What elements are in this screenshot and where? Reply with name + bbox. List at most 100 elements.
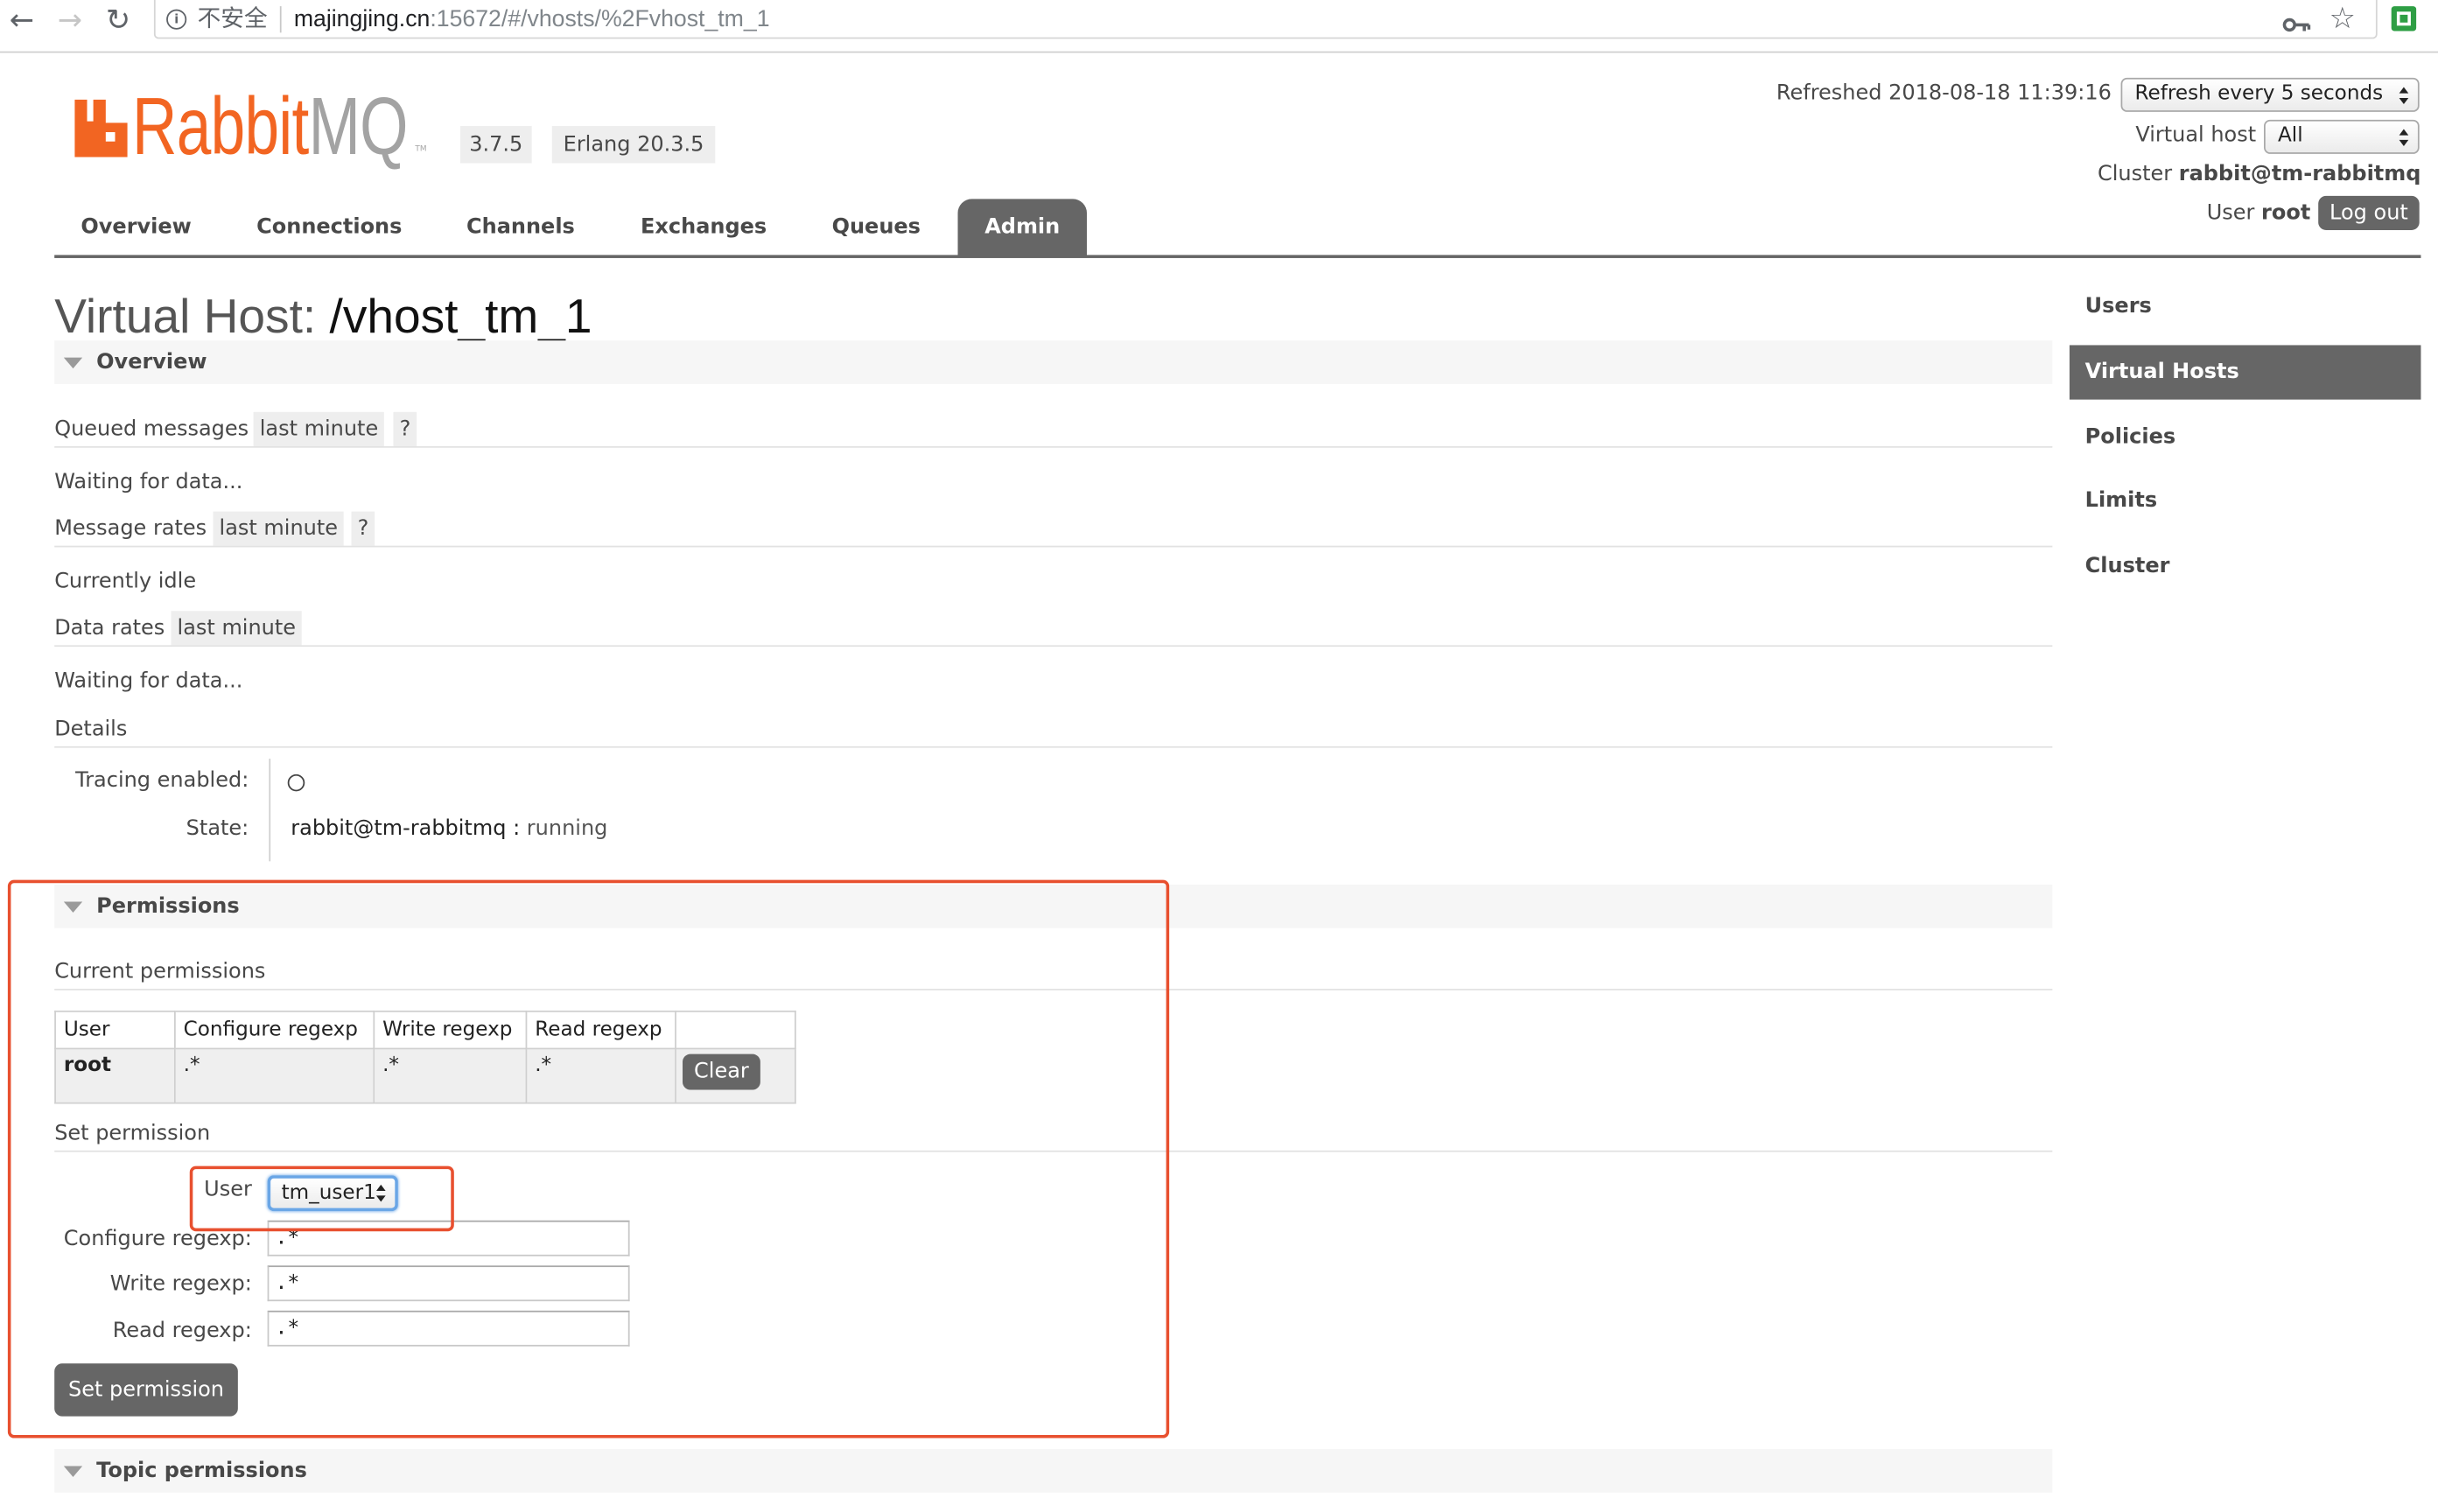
updown-arrows-icon [2399, 86, 2410, 104]
sidebar-item-users[interactable]: Users [2085, 292, 2152, 320]
tracing-disabled-circle-icon [287, 774, 305, 792]
write-regexp-label: Write regexp: [109, 1271, 252, 1297]
data-rates-label: Data rates [54, 615, 165, 641]
permissions-table: User Configure regexp Write regexp Read … [54, 1010, 796, 1104]
state-label: State: [186, 816, 249, 842]
security-label: 不安全 [197, 6, 268, 33]
details-label: Details [54, 717, 128, 742]
sidebar-item-policies[interactable]: Policies [2085, 423, 2175, 451]
sidebar-item-cluster[interactable]: Cluster [2085, 552, 2170, 580]
current-permissions-label: Current permissions [54, 959, 266, 984]
write-regexp-input[interactable] [267, 1265, 630, 1302]
updown-arrows-icon [375, 1184, 387, 1202]
arrow-right-icon[interactable]: → [58, 2, 82, 39]
table-header-row: User Configure regexp Write regexp Read … [54, 1010, 796, 1050]
sidebar-item-limits[interactable]: Limits [2085, 486, 2157, 514]
cluster-info: Cluster rabbit@tm-rabbitmq [2098, 160, 2420, 188]
state-value: rabbit@tm-rabbitmq : running [291, 815, 607, 843]
state-separator: : [513, 816, 521, 842]
user-info: User root [2207, 199, 2311, 227]
column-header-write: Write regexp [373, 1010, 528, 1050]
tab-exchanges[interactable]: Exchanges [641, 199, 767, 256]
extension-icon[interactable] [2390, 4, 2418, 38]
configure-regexp-label: Configure regexp: [63, 1226, 252, 1252]
data-rates-range[interactable]: last minute [171, 611, 303, 646]
page-title-vhost: /vhost_tm_1 [329, 289, 592, 344]
address-separator [279, 6, 282, 33]
cluster-label: Cluster [2098, 161, 2173, 187]
logout-button[interactable]: Log out [2318, 195, 2420, 230]
page-title-prefix: Virtual Host: [54, 289, 317, 344]
cell-user: root [54, 1047, 176, 1104]
reload-icon[interactable]: ↻ [106, 2, 130, 39]
url-domain: majingjing.cn [293, 6, 431, 33]
tab-channels[interactable]: Channels [466, 199, 575, 256]
set-permission-button[interactable]: Set permission [54, 1363, 238, 1417]
key-icon[interactable] [2282, 10, 2311, 40]
user-field-label: User [204, 1177, 252, 1202]
info-icon[interactable]: i [166, 9, 187, 30]
triangle-down-icon [63, 901, 83, 913]
column-header-user: User [54, 1010, 176, 1050]
state-node: rabbit@tm-rabbitmq [291, 816, 507, 842]
configure-regexp-input[interactable] [267, 1220, 630, 1256]
updown-arrows-icon [2399, 128, 2410, 146]
logo-trademark: TM [415, 144, 427, 154]
browser-toolbar: ← → ↻ i 不安全 majingjing.cn:15672/#/vhosts… [0, 0, 2438, 53]
details-separator [269, 759, 271, 862]
topic-permissions-section-header[interactable]: Topic permissions [54, 1448, 2053, 1493]
message-rates-status: Currently idle [54, 569, 197, 594]
message-rates-label: Message rates [54, 515, 207, 542]
logo-wordmark[interactable]: RabbitMQ [132, 88, 408, 168]
user-select[interactable]: tm_user1 [267, 1175, 398, 1212]
divider [54, 445, 2053, 448]
url-text[interactable]: majingjing.cn:15672/#/vhosts/%2Fvhost_tm… [294, 4, 770, 34]
virtual-host-select[interactable]: All [2264, 119, 2420, 154]
cell-write: .* [373, 1047, 528, 1104]
state-status: running [526, 816, 608, 842]
message-rates-help[interactable]: ? [351, 511, 375, 546]
virtual-host-label: Virtual host [2135, 122, 2257, 148]
page-title: Virtual Host: /vhost_tm_1 [54, 289, 592, 345]
set-permission-label: Set permission [54, 1121, 211, 1146]
tab-overview[interactable]: Overview [81, 199, 191, 256]
queued-messages-range[interactable]: last minute [253, 411, 385, 446]
arrow-left-icon[interactable]: ← [10, 2, 34, 39]
logo-mq: MQ [308, 82, 409, 173]
star-icon[interactable]: ☆ [2329, 0, 2356, 38]
topic-permissions-section-title: Topic permissions [96, 1458, 307, 1484]
tab-admin[interactable]: Admin [957, 199, 1087, 257]
tab-underline [54, 255, 2421, 258]
divider [54, 989, 2053, 990]
read-regexp-input[interactable] [267, 1310, 630, 1347]
tab-queues[interactable]: Queues [832, 199, 921, 256]
logo-rabbit: Rabbit [132, 82, 309, 173]
refreshed-label: Refreshed 2018-08-18 11:39:16 [1776, 80, 2112, 106]
clear-permission-button[interactable]: Clear [683, 1054, 760, 1090]
permissions-section-header[interactable]: Permissions [54, 884, 2053, 928]
rabbitmq-logo-icon[interactable] [74, 99, 128, 164]
message-rates-range[interactable]: last minute [213, 511, 345, 546]
erlang-badge: Erlang 20.3.5 [551, 125, 716, 164]
virtual-host-value: All [2277, 124, 2303, 148]
divider [54, 545, 2053, 548]
tracing-enabled-label: Tracing enabled: [75, 767, 249, 794]
data-rates-status: Waiting for data... [54, 668, 243, 694]
column-header-actions [675, 1010, 796, 1050]
cell-actions: Clear [675, 1047, 796, 1104]
overview-section-header[interactable]: Overview [54, 340, 2053, 384]
refresh-interval-select[interactable]: Refresh every 5 seconds [2120, 77, 2420, 112]
user-name: root [2261, 200, 2311, 226]
triangle-down-icon [63, 357, 83, 369]
tab-connections[interactable]: Connections [256, 199, 402, 256]
queued-messages-help[interactable]: ? [393, 411, 417, 446]
read-regexp-label: Read regexp: [112, 1318, 252, 1344]
triangle-down-icon [63, 1466, 83, 1477]
queued-messages-status: Waiting for data... [54, 469, 243, 495]
overview-section-title: Overview [96, 349, 207, 375]
sidebar-item-virtual-hosts[interactable]: Virtual Hosts [2069, 345, 2421, 400]
version-badge: 3.7.5 [459, 125, 532, 164]
user-label: User [2206, 200, 2255, 226]
permissions-section-title: Permissions [96, 893, 240, 920]
divider [54, 1150, 2053, 1152]
